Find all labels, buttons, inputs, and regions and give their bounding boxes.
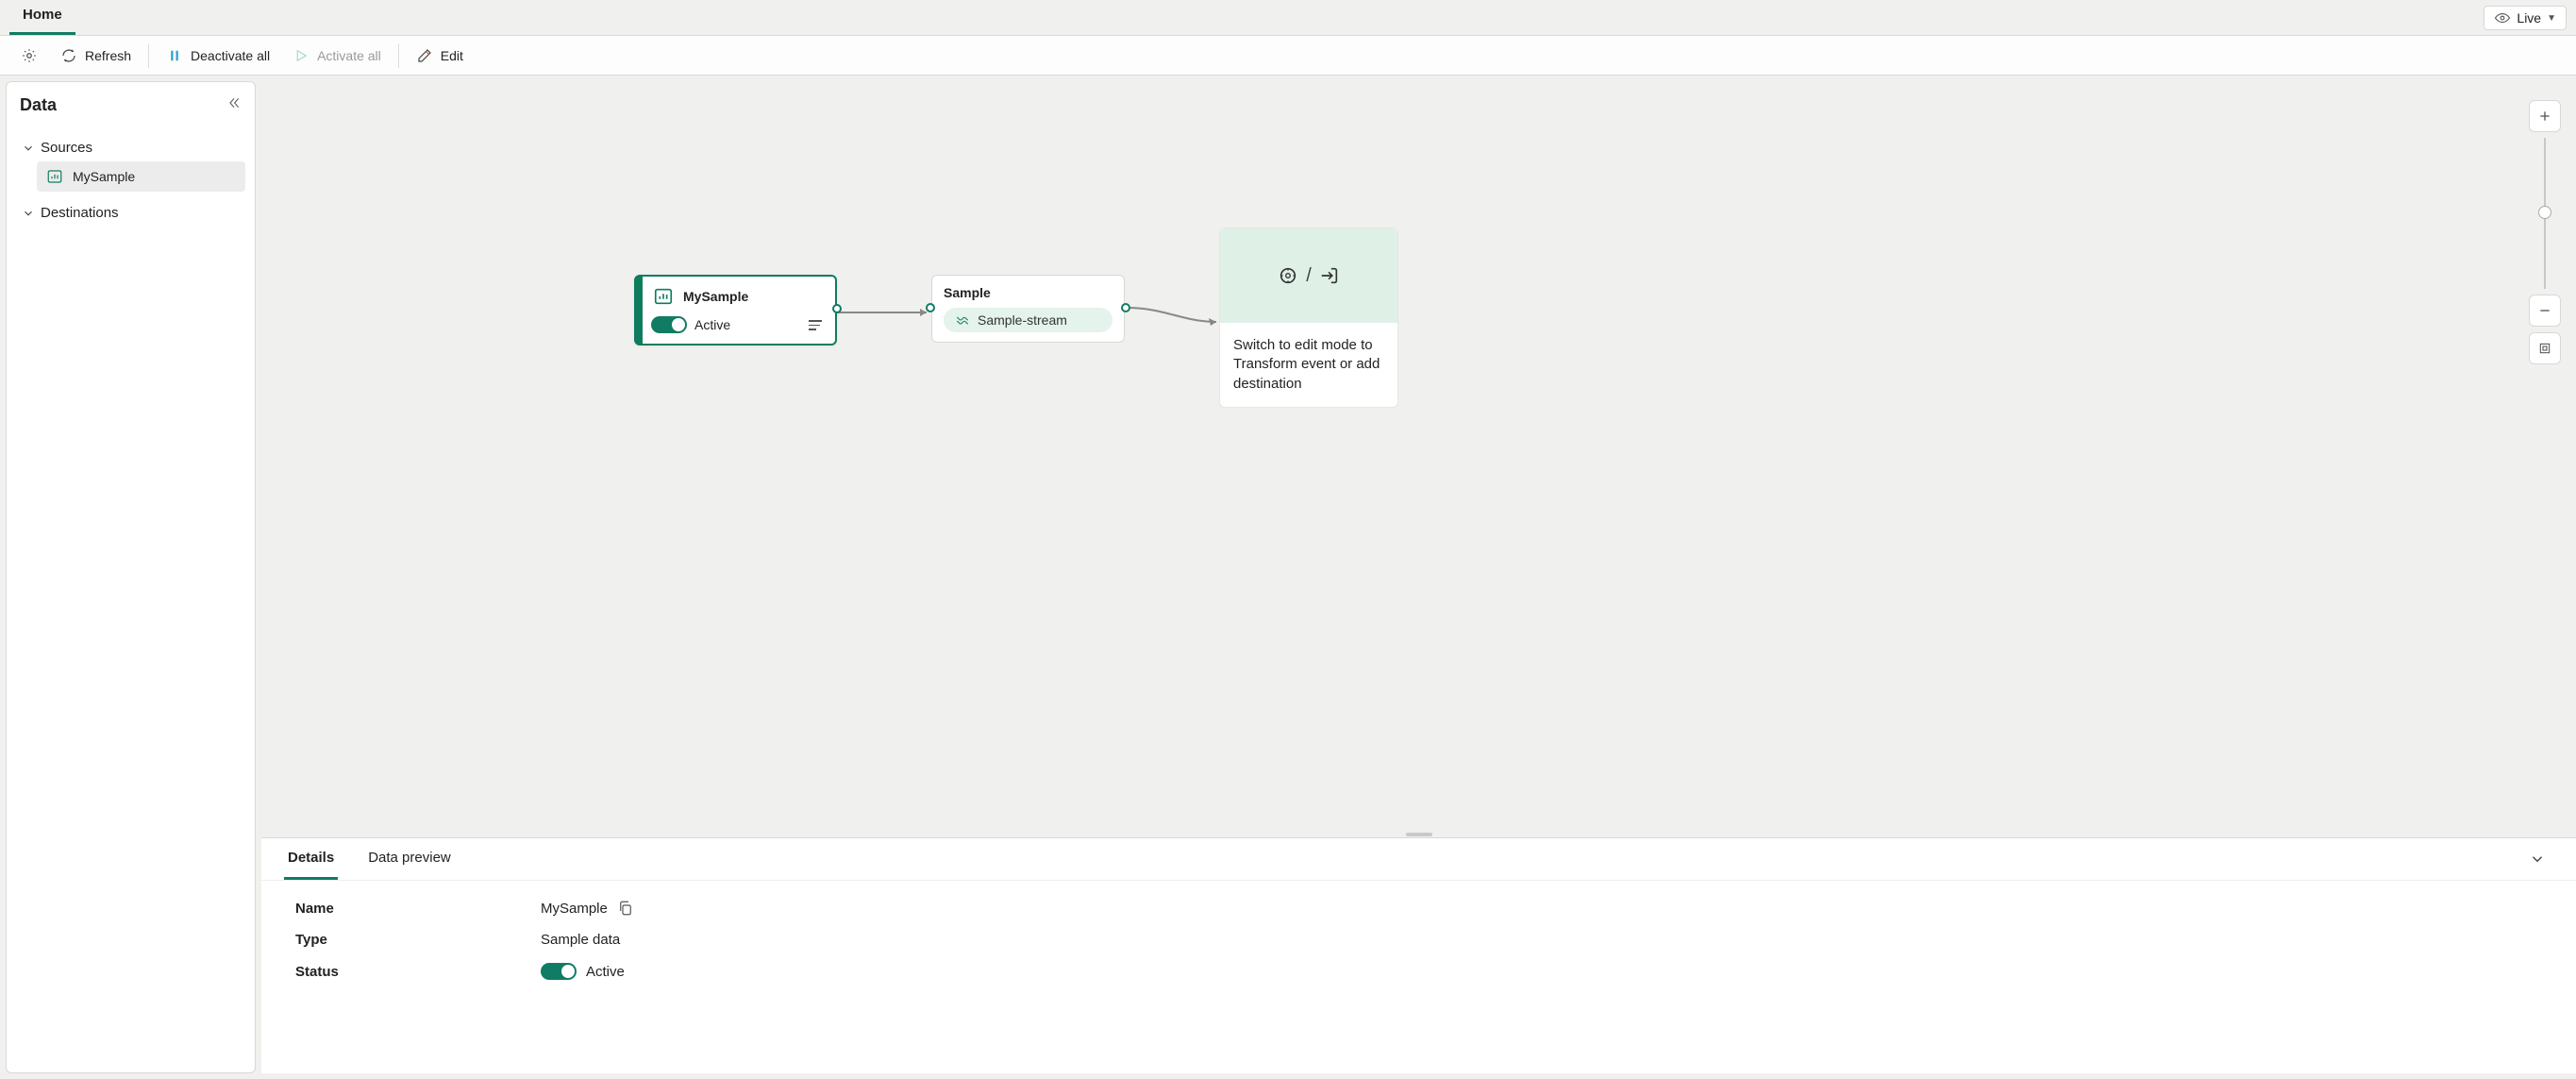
connector — [832, 298, 936, 327]
chevron-down-icon — [22, 207, 35, 220]
detail-status-label: Status — [295, 964, 541, 980]
chevron-down-icon — [22, 142, 35, 155]
chart-icon — [653, 286, 674, 307]
collapse-sidebar-button[interactable] — [223, 92, 245, 114]
output-icon — [1319, 265, 1340, 286]
gear-icon — [21, 47, 38, 64]
tree-source-item[interactable]: MySample — [37, 161, 245, 192]
zoom-thumb[interactable] — [2538, 206, 2551, 219]
detail-status-value: Active — [586, 964, 625, 980]
collapse-panel-button[interactable] — [2521, 843, 2553, 875]
chevron-double-left-icon — [226, 95, 242, 110]
refresh-label: Refresh — [85, 48, 131, 63]
activate-label: Activate all — [317, 48, 381, 63]
eye-icon — [2494, 9, 2511, 26]
detail-name-label: Name — [295, 901, 541, 917]
plus-icon — [2537, 109, 2552, 124]
play-icon — [293, 47, 309, 64]
pause-icon — [166, 47, 183, 64]
zoom-fit-button[interactable] — [2529, 332, 2561, 364]
port-in[interactable] — [926, 303, 935, 312]
node-menu-button[interactable] — [805, 316, 826, 334]
sidebar: Data Sources MySample Destinations — [6, 81, 256, 1073]
activate-button: Activate all — [283, 42, 391, 70]
live-button[interactable]: Live ▼ — [2484, 6, 2567, 30]
fit-icon — [2537, 341, 2552, 356]
slash: / — [1306, 265, 1312, 287]
node-source-title: MySample — [683, 289, 748, 304]
zoom-slider[interactable] — [2544, 138, 2546, 289]
chart-icon — [46, 168, 63, 185]
edit-button[interactable]: Edit — [407, 42, 473, 70]
separator — [148, 43, 149, 68]
chevron-down-icon — [2529, 851, 2546, 868]
dest-head: / — [1220, 228, 1397, 323]
connector — [1122, 294, 1226, 331]
detail-status-toggle[interactable] — [541, 963, 577, 980]
separator — [398, 43, 399, 68]
node-sample-title: Sample — [944, 285, 1112, 300]
zoom-controls — [2529, 100, 2561, 364]
minus-icon — [2537, 303, 2552, 318]
node-source[interactable]: MySample Active — [634, 275, 837, 346]
port-out[interactable] — [832, 304, 842, 313]
transform-icon — [1278, 265, 1298, 286]
port-out[interactable] — [1121, 303, 1130, 312]
node-sample[interactable]: Sample Sample-stream — [931, 275, 1125, 343]
tree-sources[interactable]: Sources — [16, 134, 245, 161]
tree-destinations-label: Destinations — [41, 205, 119, 221]
edit-label: Edit — [441, 48, 463, 63]
details-panel: Details Data preview Name MySample Type — [261, 837, 2576, 1073]
edit-icon — [416, 47, 433, 64]
refresh-icon — [60, 47, 77, 64]
tab-data-preview[interactable]: Data preview — [364, 838, 455, 880]
deactivate-label: Deactivate all — [191, 48, 270, 63]
detail-type-label: Type — [295, 932, 541, 948]
chevron-down-icon: ▼ — [2547, 13, 2556, 24]
source-status-label: Active — [694, 317, 730, 332]
stream-label: Sample-stream — [978, 312, 1067, 328]
node-destination-placeholder[interactable]: / Switch to edit mode to Transform event… — [1219, 228, 1398, 408]
source-toggle[interactable] — [651, 316, 687, 333]
sidebar-title: Data — [20, 95, 245, 115]
zoom-out-button[interactable] — [2529, 295, 2561, 327]
live-label: Live — [2517, 10, 2541, 25]
ribbon-tab-home[interactable]: Home — [9, 0, 75, 35]
tab-details[interactable]: Details — [284, 838, 338, 880]
canvas[interactable]: MySample Active Sample — [261, 81, 2576, 832]
deactivate-button[interactable]: Deactivate all — [157, 42, 279, 70]
settings-button[interactable] — [11, 42, 47, 70]
detail-name-value: MySample — [541, 901, 608, 917]
zoom-in-button[interactable] — [2529, 100, 2561, 132]
tree-sources-label: Sources — [41, 140, 92, 156]
tree-source-item-label: MySample — [73, 169, 135, 184]
source-accent — [635, 276, 643, 345]
toolbar: Refresh Deactivate all Activate all Edit — [0, 36, 2576, 76]
detail-type-value: Sample data — [541, 932, 620, 948]
dest-hint-text: Switch to edit mode to Transform event o… — [1220, 323, 1397, 407]
stream-pill[interactable]: Sample-stream — [944, 308, 1112, 332]
copy-icon[interactable] — [617, 900, 634, 917]
tree-destinations[interactable]: Destinations — [16, 199, 245, 227]
stream-icon — [955, 312, 970, 328]
refresh-button[interactable]: Refresh — [51, 42, 141, 70]
